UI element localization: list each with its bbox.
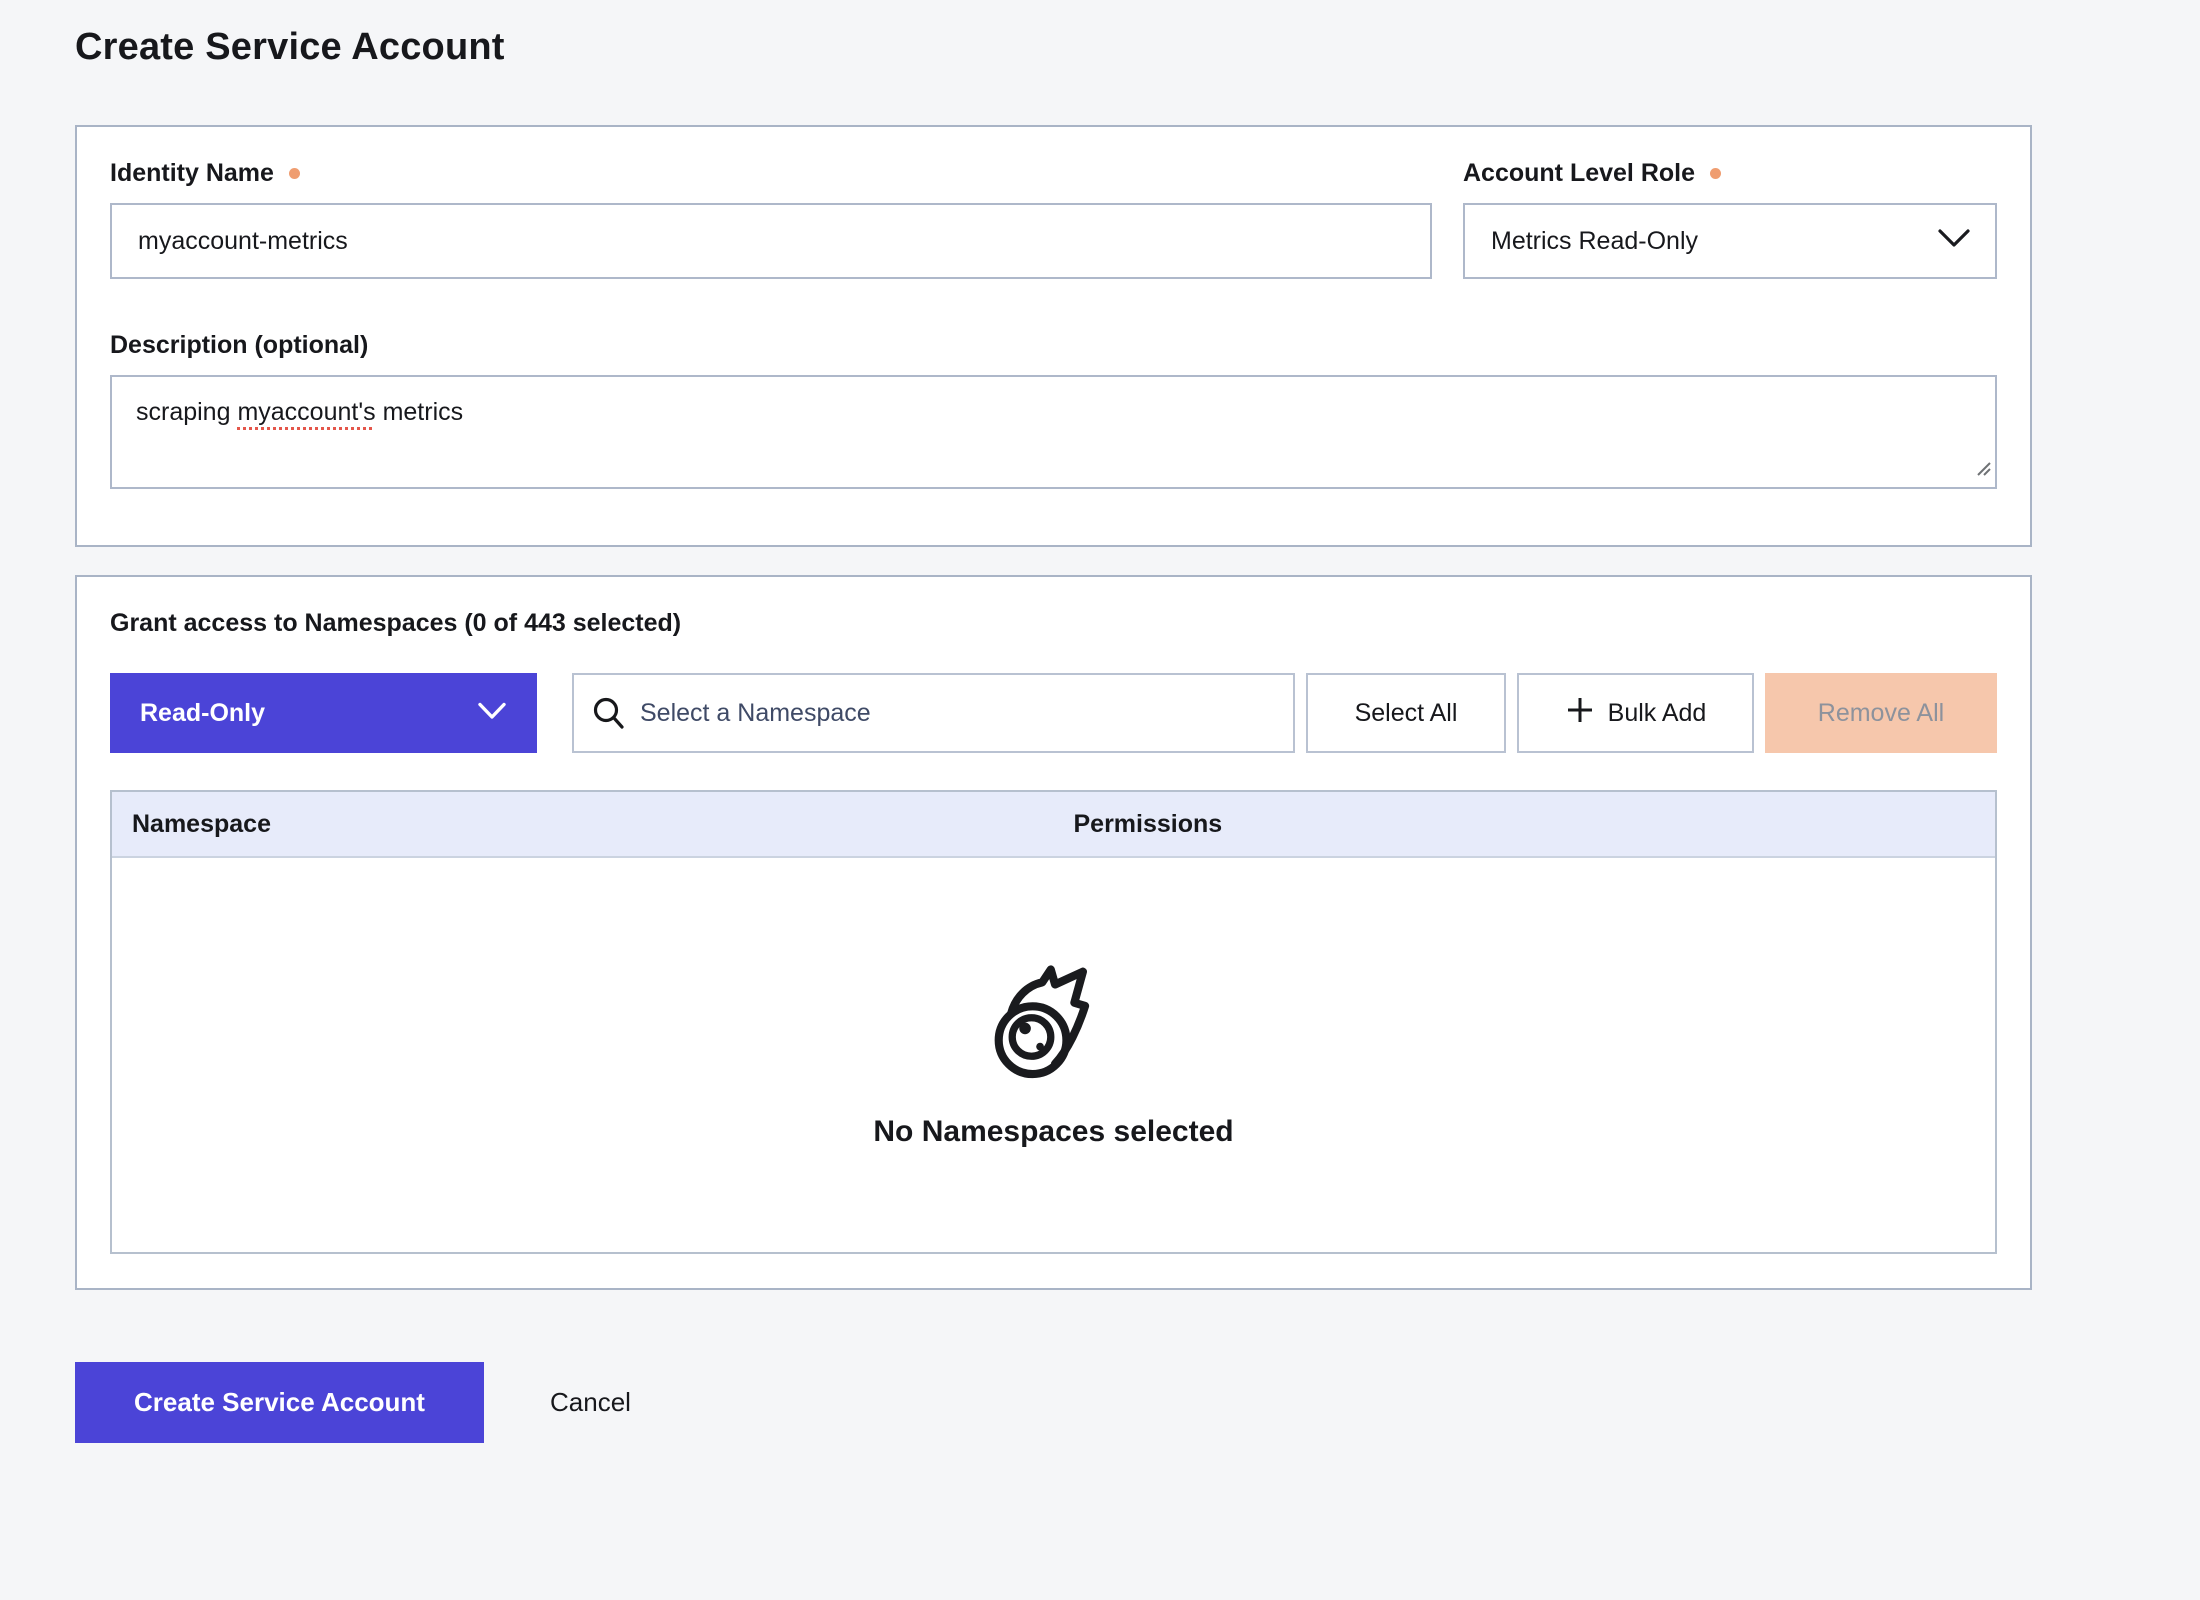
namespace-search <box>572 673 1295 753</box>
bulk-add-label: Bulk Add <box>1608 699 1707 728</box>
grant-namespaces-card: Grant access to Namespaces (0 of 443 sel… <box>75 575 2032 1290</box>
page-title: Create Service Account <box>75 26 2200 69</box>
account-level-role-label-row: Account Level Role <box>1463 157 1997 189</box>
account-level-role-label: Account Level Role <box>1463 159 1695 188</box>
permission-role-selected-value: Read-Only <box>140 699 265 728</box>
grant-namespaces-heading: Grant access to Namespaces (0 of 443 sel… <box>110 607 1997 639</box>
namespaces-table: Namespace Permissions No Namespaces sele… <box>110 790 1997 1254</box>
account-level-role-select[interactable]: Metrics Read-Only <box>1463 203 1997 279</box>
empty-state-text: No Namespaces selected <box>873 1115 1233 1149</box>
identity-name-label: Identity Name <box>110 159 274 188</box>
required-dot <box>289 168 300 179</box>
identity-name-field: Identity Name <box>110 157 1432 279</box>
resize-handle-icon[interactable] <box>1974 455 1992 484</box>
create-service-account-button[interactable]: Create Service Account <box>75 1362 484 1443</box>
remove-all-button[interactable]: Remove All <box>1765 673 1997 753</box>
comet-icon <box>994 962 1114 1087</box>
namespace-search-input[interactable] <box>572 673 1295 753</box>
account-level-role-field: Account Level Role Metrics Read-Only <box>1463 157 1997 279</box>
namespaces-table-header: Namespace Permissions <box>112 792 1995 858</box>
column-header-permissions: Permissions <box>1054 810 1996 839</box>
bulk-add-button[interactable]: Bulk Add <box>1517 673 1754 753</box>
namespaces-toolbar: Read-Only Select All <box>110 673 1997 753</box>
cancel-button[interactable]: Cancel <box>550 1387 631 1418</box>
description-field: Description (optional) scraping myaccoun… <box>110 329 1997 489</box>
description-textarea[interactable]: scraping myaccount's metrics <box>110 375 1997 489</box>
required-dot <box>1710 168 1721 179</box>
description-text: metrics <box>376 398 464 426</box>
column-header-namespace: Namespace <box>112 810 1054 839</box>
create-service-account-page: Create Service Account Identity Name Acc… <box>0 0 2200 1443</box>
select-all-button[interactable]: Select All <box>1306 673 1506 753</box>
namespaces-table-empty-state: No Namespaces selected <box>112 858 1995 1252</box>
description-label-row: Description (optional) <box>110 329 1997 361</box>
chevron-down-icon <box>477 699 507 728</box>
identity-name-label-row: Identity Name <box>110 157 1432 189</box>
chevron-down-icon <box>1937 227 1971 256</box>
description-misspelled-word: myaccount's <box>237 398 375 426</box>
identity-role-row: Identity Name Account Level Role Metrics… <box>110 157 1997 279</box>
account-level-role-selected-value: Metrics Read-Only <box>1491 227 1698 256</box>
description-text: scraping <box>136 398 237 426</box>
permission-role-dropdown[interactable]: Read-Only <box>110 673 537 753</box>
plus-icon <box>1565 695 1595 732</box>
remove-all-label: Remove All <box>1818 699 1944 728</box>
identity-name-input[interactable] <box>110 203 1432 279</box>
account-details-card: Identity Name Account Level Role Metrics… <box>75 125 2032 547</box>
description-label: Description (optional) <box>110 331 368 360</box>
select-all-label: Select All <box>1355 699 1458 728</box>
form-actions: Create Service Account Cancel <box>75 1362 2200 1443</box>
